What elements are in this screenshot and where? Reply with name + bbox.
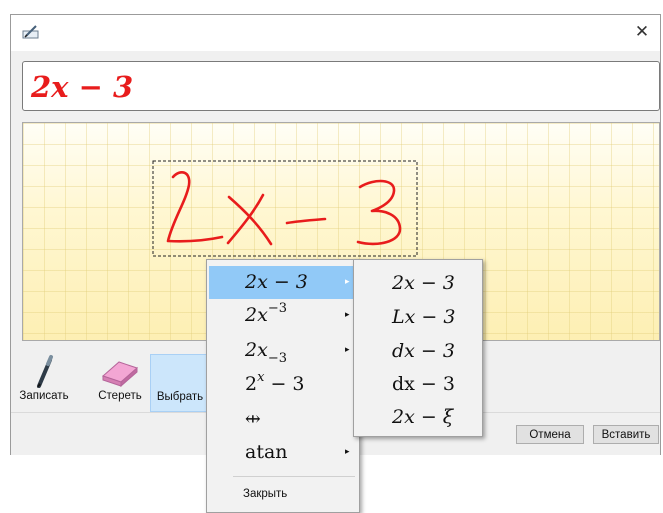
chevron-right-icon: ▸ bbox=[345, 277, 350, 287]
erase-label: Стереть bbox=[98, 390, 142, 402]
cancel-button[interactable]: Отмена bbox=[516, 425, 584, 444]
recognized-expression-preview: 2x − 3 bbox=[22, 61, 660, 111]
menu-item-not-equivalent[interactable]: ⇹ bbox=[209, 403, 357, 436]
alternatives-submenu: 2x − 3 Lx − 3 dx − 3 dx − 3 2x − ξ bbox=[353, 259, 483, 437]
select-label: Выбрать bbox=[156, 391, 204, 403]
write-button[interactable]: Записать bbox=[15, 354, 73, 412]
menu-item-2x-power-minus-3[interactable]: 2x−3 ▸ bbox=[209, 299, 357, 332]
chevron-right-icon: ▸ bbox=[345, 310, 350, 320]
menu-item-2x-sub-minus-3[interactable]: 2x−3 ▸ bbox=[209, 334, 357, 367]
submenu-item[interactable]: dx − 3 bbox=[356, 334, 480, 368]
ink-stroke-minus bbox=[285, 217, 327, 225]
submenu-item[interactable]: Lx − 3 bbox=[356, 300, 480, 334]
menu-close-item[interactable]: Закрыть bbox=[207, 483, 359, 507]
insert-button[interactable]: Вставить bbox=[593, 425, 659, 444]
close-icon: ✕ bbox=[634, 22, 650, 41]
select-icon bbox=[151, 355, 209, 389]
close-button[interactable]: ✕ bbox=[628, 19, 656, 45]
submenu-item[interactable]: 2x − 3 bbox=[356, 266, 480, 300]
title-bar[interactable]: ✕ bbox=[11, 15, 660, 51]
pen-tablet-icon bbox=[22, 25, 40, 39]
preview-expression: 2x − 3 bbox=[31, 70, 134, 104]
menu-item-atan[interactable]: atan ▸ bbox=[209, 436, 357, 469]
ink-stroke-2 bbox=[166, 171, 224, 243]
write-label: Записать bbox=[19, 390, 69, 402]
ink-stroke-3 bbox=[356, 179, 402, 246]
chevron-right-icon: ▸ bbox=[345, 345, 350, 355]
pen-icon bbox=[15, 354, 73, 388]
menu-item-2x-minus-3[interactable]: 2x − 3 ▸ bbox=[209, 266, 357, 299]
not-equivalent-glyph: ⇹ bbox=[245, 408, 261, 430]
menu-item-2-power-x-minus-3[interactable]: 2x − 3 bbox=[209, 368, 357, 401]
submenu-item[interactable]: dx − 3 bbox=[356, 367, 480, 401]
correction-context-menu: 2x − 3 ▸ 2x−3 ▸ 2x−3 ▸ 2x − 3 ⇹ atan ▸ З… bbox=[206, 259, 360, 513]
menu-separator bbox=[233, 476, 355, 477]
submenu-item[interactable]: 2x − ξ bbox=[356, 400, 480, 434]
chevron-right-icon: ▸ bbox=[345, 447, 350, 457]
eraser-icon bbox=[89, 354, 151, 388]
ink-stroke-x1 bbox=[227, 195, 273, 246]
erase-button[interactable]: Стереть bbox=[89, 354, 151, 412]
select-button[interactable]: Выбрать bbox=[150, 354, 210, 412]
